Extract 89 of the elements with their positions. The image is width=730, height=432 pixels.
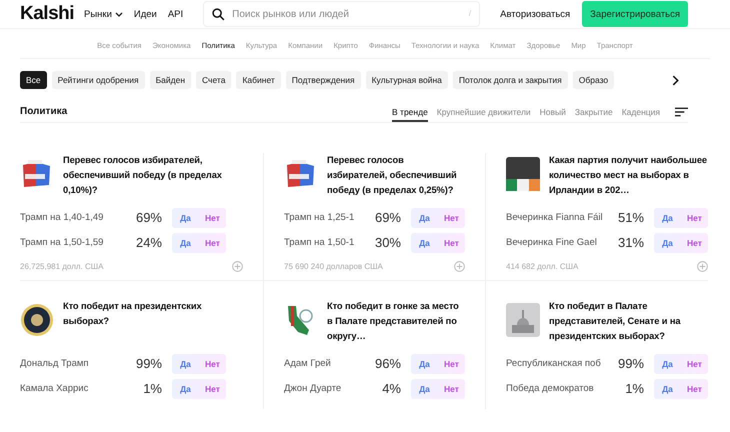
market-title[interactable]: Какая партия получит наибольшее количество мест на выборах в Ирландии в 202… <box>549 153 708 203</box>
market-title[interactable]: Кто победит в гонке за место в Палате представителей по округу… <box>327 299 465 349</box>
plus-circle-icon[interactable] <box>697 261 708 272</box>
yes-button[interactable]: Да <box>411 354 438 374</box>
outcome-chance: 1% <box>624 381 644 396</box>
yes-button[interactable]: Да <box>172 232 199 252</box>
filter-chip[interactable]: Кабинет <box>236 71 281 89</box>
no-button[interactable]: Нет <box>199 232 226 252</box>
yes-button[interactable]: Да <box>654 378 681 398</box>
sort-tab[interactable]: Каденция <box>622 101 660 122</box>
outcome-label: Трамп на 1,40-1,49 <box>20 212 104 223</box>
outcome-chance: 69% <box>374 210 401 225</box>
yes-button[interactable]: Да <box>654 208 681 228</box>
yes-button[interactable]: Да <box>411 208 438 228</box>
outcome-label: Вечеринка Fine Gael <box>506 237 598 248</box>
outcome-chance: 4% <box>381 381 401 396</box>
nav-link[interactable]: API <box>168 8 184 20</box>
filter-chip[interactable]: Рейтинги одобрения <box>52 71 145 89</box>
filter-chip[interactable]: Подтверждения <box>286 71 361 89</box>
outcome-chance: 51% <box>616 210 644 225</box>
building-photo-placeholder <box>506 303 540 337</box>
filter-chip[interactable]: Потолок долга и закрытия <box>452 71 568 89</box>
outcome-chance: 24% <box>134 235 162 250</box>
filter-chip[interactable]: Байден <box>150 71 192 89</box>
yes-button[interactable]: Да <box>411 378 438 398</box>
no-button[interactable]: Нет <box>681 232 708 252</box>
plus-circle-icon[interactable] <box>454 261 465 272</box>
sort-tab[interactable]: В тренде <box>392 101 428 122</box>
market-title[interactable]: Перевес голосов избирателей, обеспечивший победу (в пределах 0,25%)? <box>327 153 465 203</box>
outcome-chance: 69% <box>134 210 162 225</box>
yes-button[interactable]: Да <box>411 232 438 252</box>
volume-text: 414 682 долл. США <box>506 262 578 271</box>
yes-button[interactable]: Да <box>654 354 681 374</box>
no-button[interactable]: Нет <box>438 232 465 252</box>
caret-icon <box>114 12 123 16</box>
market-title[interactable]: Перевес голосов избирателей, обеспечивший победу (в пределах 0,10%)? <box>63 153 243 203</box>
outcome-label: Джон Дуарте <box>284 383 342 394</box>
filter-chip[interactable]: Счета <box>196 71 232 89</box>
seal-icon <box>20 303 54 337</box>
section-title: Политика <box>20 106 68 117</box>
outcome-chance: 99% <box>616 356 644 371</box>
outcome-label: Дональд Трамп <box>20 358 90 369</box>
yes-button[interactable]: Да <box>654 232 681 252</box>
nav-link[interactable]: Идеи <box>134 8 157 20</box>
filter-chip[interactable]: Все <box>20 71 47 89</box>
flag-photo-placeholder <box>506 157 540 191</box>
no-button[interactable]: Нет <box>199 208 226 228</box>
filter-chip[interactable]: Образо <box>572 71 614 89</box>
volume-text: 75 690 240 долларов США <box>284 262 383 271</box>
yes-button[interactable]: Да <box>172 208 199 228</box>
no-button[interactable]: Нет <box>681 208 708 228</box>
logo[interactable]: Kalshi <box>20 3 84 25</box>
outcome-label: Камала Харрис <box>20 383 90 394</box>
outcome-label: Победа демократов <box>506 383 595 394</box>
nav-link[interactable]: Рынки <box>84 8 123 20</box>
outcome-chance: 30% <box>374 235 401 250</box>
sort-tab[interactable]: Новый <box>540 101 566 122</box>
no-button[interactable]: Нет <box>438 208 465 228</box>
outcome-label: Трамп на 1,50-1,59 <box>20 237 104 248</box>
no-button[interactable]: Нет <box>681 378 708 398</box>
no-button[interactable]: Нет <box>681 354 708 374</box>
volume-text: 26,725,981 долл. США <box>20 262 104 271</box>
market-title[interactable]: Кто победит в Палате представителей, Сенате и на президентских выборах? <box>549 299 708 349</box>
plus-circle-icon[interactable] <box>232 261 243 272</box>
outcome-label: Адам Грей <box>284 358 332 369</box>
no-button[interactable]: Нет <box>199 354 226 374</box>
sort-tab[interactable]: Крупнейшие движители <box>436 101 531 122</box>
sort-tab[interactable]: Закрытие <box>574 101 613 122</box>
yes-button[interactable]: Да <box>172 378 199 398</box>
outcome-chance: 99% <box>134 356 162 371</box>
outcome-chance: 31% <box>616 235 644 250</box>
sort-icon[interactable] <box>675 106 688 116</box>
shortcut-hint: / <box>468 9 472 18</box>
outcome-label: Республиканская поб <box>506 358 602 369</box>
filter-chip[interactable]: Культурная война <box>366 71 448 89</box>
no-button[interactable]: Нет <box>438 354 465 374</box>
signup-button[interactable]: Зарегистрироваться <box>582 1 688 27</box>
no-button[interactable]: Нет <box>438 378 465 398</box>
no-button[interactable]: Нет <box>199 378 226 398</box>
outcome-label: Вечеринка Fianna Fáil <box>506 212 604 223</box>
outcome-label: Трамп на 1,25-1 <box>284 212 356 223</box>
chevron-right-icon[interactable] <box>672 74 679 86</box>
outcome-chance: 96% <box>374 356 401 371</box>
search-icon <box>212 8 226 21</box>
outcome-label: Трамп на 1,50-1 <box>284 237 356 248</box>
market-title[interactable]: Кто победит на президентских выборах? <box>63 299 243 349</box>
login-link[interactable]: Авторизоваться <box>500 8 570 20</box>
outcome-chance: 1% <box>142 381 162 396</box>
yes-button[interactable]: Да <box>172 354 199 374</box>
